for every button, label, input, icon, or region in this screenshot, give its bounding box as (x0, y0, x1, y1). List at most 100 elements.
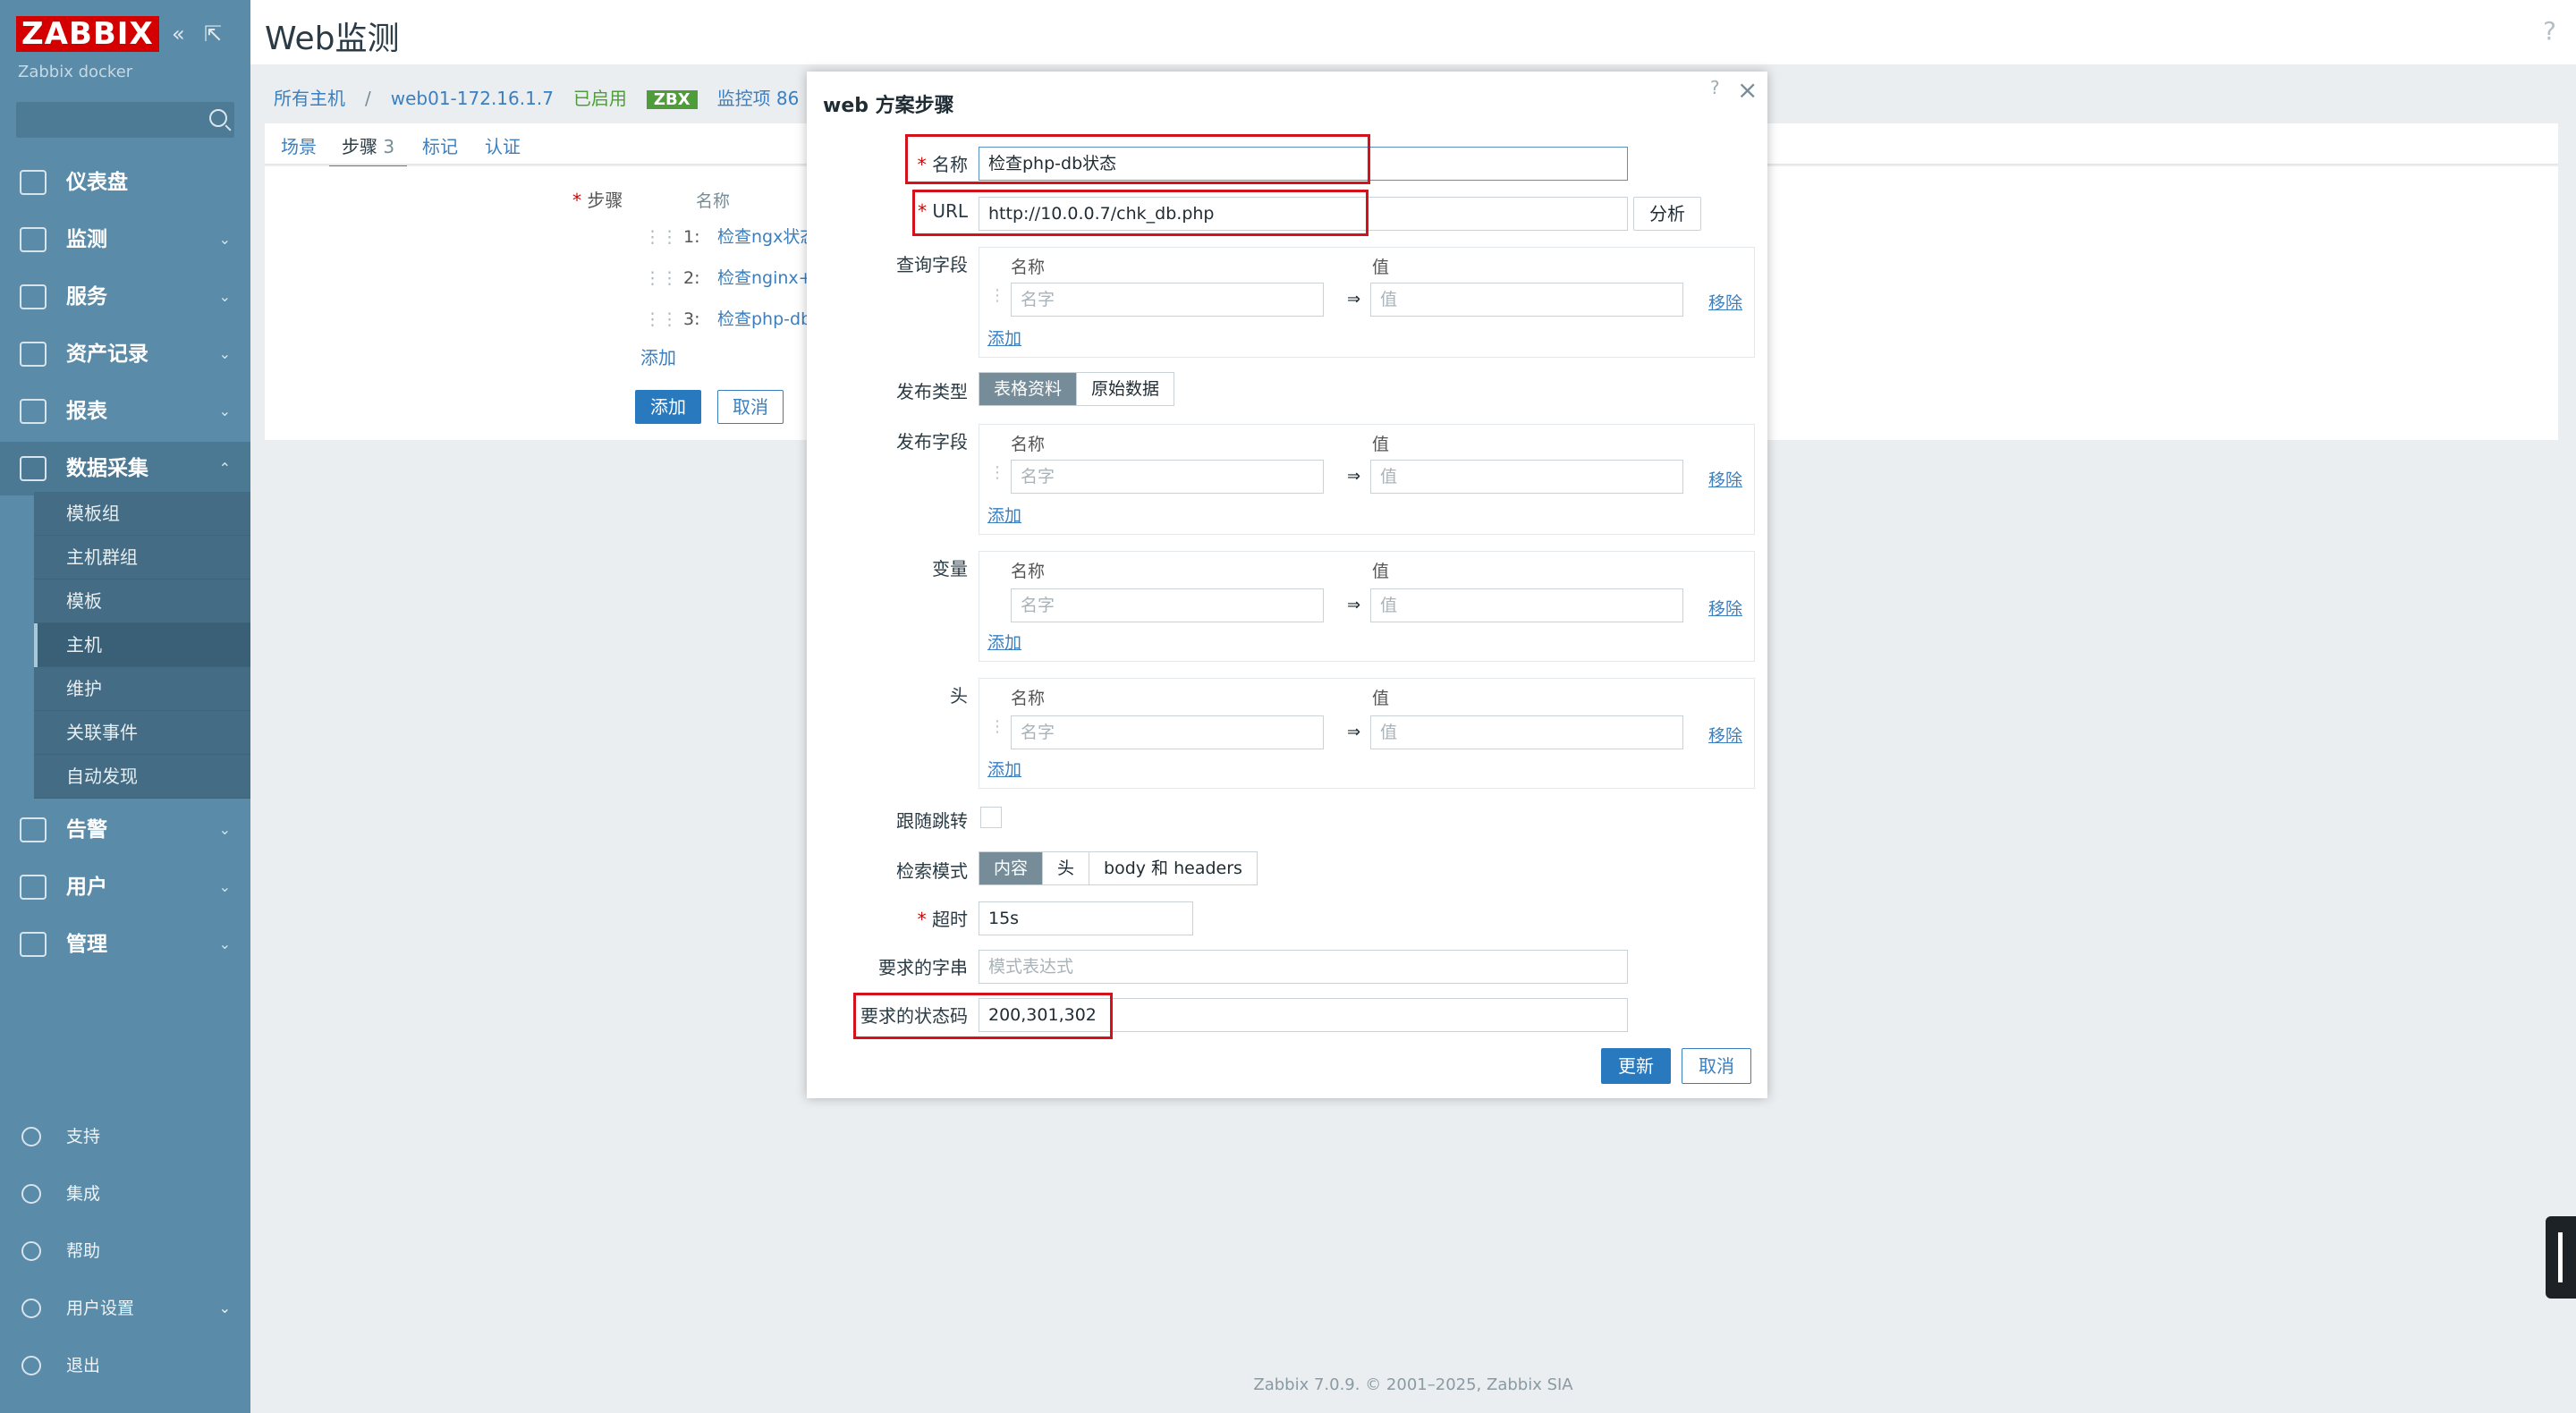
tab-authentication[interactable]: 认证 (485, 132, 521, 158)
close-icon[interactable]: × (1737, 75, 1758, 105)
retrieve-mode-headers[interactable]: 头 (1043, 852, 1090, 884)
submenu-templates[interactable]: 模板 (34, 580, 250, 623)
remove-link[interactable]: 移除 (1708, 290, 1742, 314)
steps-label: 步骤 (572, 186, 623, 212)
follow-redirects-label: 跟随跳转 (896, 810, 968, 832)
zabbix-logo[interactable]: ZABBIX (16, 16, 159, 52)
tab-tags[interactable]: 标记 (422, 132, 458, 158)
page-header: Web监测 ? (250, 0, 2576, 64)
parse-button[interactable]: 分析 (1633, 197, 1701, 231)
variable-value-input[interactable]: 值 (1370, 588, 1683, 622)
menu-data-collection[interactable]: 数据采集 ⌃ (0, 442, 250, 495)
data-collection-icon (20, 456, 47, 481)
menu-reports[interactable]: 报表 ⌄ (0, 385, 250, 438)
menu-inventory[interactable]: 资产记录 ⌄ (0, 327, 250, 381)
dialog-cancel-button[interactable]: 取消 (1682, 1048, 1751, 1084)
required-string-label: 要求的字串 (878, 957, 968, 978)
header-name-input[interactable]: 名字 (1011, 715, 1324, 749)
timeout-input[interactable]: 15s (979, 901, 1193, 935)
menu-help[interactable]: 帮助 (0, 1229, 250, 1273)
chevron-up-icon: ⌃ (218, 460, 231, 477)
submenu-maintenance[interactable]: 维护 (34, 667, 250, 711)
breadcrumb-host[interactable]: web01-172.16.1.7 (391, 88, 554, 109)
kv-name-header: 名称 (1011, 258, 1046, 277)
drag-handle-icon[interactable]: ⋮⋮ (644, 227, 678, 247)
query-value-input[interactable]: 值 (1370, 283, 1683, 317)
tab-steps[interactable]: 步骤 3 (329, 132, 408, 168)
chevron-down-icon: ⌄ (218, 821, 231, 838)
post-type-form-data[interactable]: 表格资料 (979, 373, 1078, 405)
power-icon (21, 1356, 41, 1375)
highlight-box (912, 190, 1368, 236)
remove-link[interactable]: 移除 (1708, 596, 1742, 620)
help-icon[interactable]: ? (2543, 16, 2556, 46)
remove-link[interactable]: 移除 (1708, 723, 1742, 747)
headers-label: 头 (950, 685, 968, 706)
search-icon[interactable] (209, 109, 227, 127)
menu-users[interactable]: 用户 ⌄ (0, 860, 250, 914)
sidebar-search-input[interactable] (16, 102, 234, 138)
retrieve-mode-body[interactable]: 内容 (979, 852, 1044, 884)
cancel-button[interactable]: 取消 (717, 390, 784, 424)
footer: Zabbix 7.0.9. © 2001–2025, Zabbix SIA (1253, 1375, 1573, 1394)
menu-user-settings[interactable]: 用户设置 ⌄ (0, 1286, 250, 1331)
kv-value-header: 值 (1372, 435, 1390, 454)
add-step-link[interactable]: 添加 (640, 343, 676, 369)
add-button[interactable]: 添加 (635, 390, 701, 424)
chevrons-left-icon[interactable]: « (172, 21, 185, 47)
monitoring-icon (20, 227, 47, 252)
administration-icon (20, 932, 47, 957)
submenu-template-groups[interactable]: 模板组 (34, 492, 250, 536)
header-value-input[interactable]: 值 (1370, 715, 1683, 749)
drag-handle-icon[interactable]: ⋮⋮ (644, 309, 678, 329)
variable-name-input[interactable]: 名字 (1011, 588, 1324, 622)
steps-name-header: 名称 (696, 191, 731, 211)
step-row[interactable]: ⋮⋮3:检查php-db状态 (644, 306, 814, 330)
menu-alerts[interactable]: 告警 ⌄ (0, 803, 250, 857)
tab-scenario[interactable]: 场景 (281, 132, 317, 158)
required-string-input[interactable]: 模式表达式 (979, 950, 1628, 984)
step-row[interactable]: ⋮⋮2:检查nginx+php状态 (644, 265, 814, 289)
update-button[interactable]: 更新 (1601, 1048, 1671, 1084)
step-name-link[interactable]: 检查nginx+php状态 (717, 268, 814, 288)
host-status[interactable]: 已启用 (573, 88, 627, 109)
menu-administration[interactable]: 管理 ⌄ (0, 918, 250, 971)
step-name-link[interactable]: 检查ngx状态 (717, 227, 814, 247)
side-handle[interactable] (2546, 1216, 2576, 1299)
add-link[interactable]: 添加 (987, 503, 1021, 527)
breadcrumb-all-hosts[interactable]: 所有主机 (274, 88, 345, 109)
kv-name-header: 名称 (1011, 689, 1046, 708)
menu-dashboard[interactable]: 仪表盘 (0, 156, 250, 209)
query-name-input[interactable]: 名字 (1011, 283, 1324, 317)
arrow-icon: ⇒ (1347, 467, 1361, 486)
arrow-icon: ⇒ (1347, 596, 1361, 614)
submenu-event-correlation[interactable]: 关联事件 (34, 711, 250, 755)
dialog-help-icon[interactable]: ? (1710, 77, 1720, 98)
menu-services[interactable]: 服务 ⌄ (0, 270, 250, 324)
submenu-hosts[interactable]: 主机 (34, 623, 250, 667)
menu-monitoring[interactable]: 监测 ⌄ (0, 213, 250, 267)
chevron-down-icon: ⌄ (218, 402, 231, 419)
post-value-input[interactable]: 值 (1370, 460, 1683, 494)
menu-sign-out[interactable]: 退出 (0, 1343, 250, 1388)
post-type-raw-data[interactable]: 原始数据 (1077, 373, 1174, 405)
retrieve-mode-both[interactable]: body 和 headers (1089, 852, 1257, 884)
add-link[interactable]: 添加 (987, 757, 1021, 781)
web-step-dialog: web 方案步骤 ? × 名称 检查php-db状态 URL http://10… (807, 72, 1767, 1098)
remove-link[interactable]: 移除 (1708, 467, 1742, 491)
post-name-input[interactable]: 名字 (1011, 460, 1324, 494)
submenu-host-groups[interactable]: 主机群组 (34, 536, 250, 580)
add-link[interactable]: 添加 (987, 630, 1021, 654)
kv-value-header: 值 (1372, 258, 1390, 277)
follow-redirects-checkbox[interactable] (980, 807, 1002, 828)
step-name-link[interactable]: 检查php-db状态 (717, 309, 814, 329)
menu-integrations[interactable]: 集成 (0, 1172, 250, 1216)
menu-support[interactable]: 支持 (0, 1114, 250, 1159)
pop-out-icon[interactable]: ⇱ (204, 21, 222, 47)
add-link[interactable]: 添加 (987, 326, 1021, 350)
drag-handle-icon[interactable]: ⋮⋮ (644, 268, 678, 288)
submenu-discovery[interactable]: 自动发现 (34, 755, 250, 799)
kv-name-header: 名称 (1011, 562, 1046, 581)
step-row[interactable]: ⋮⋮ 1: 检查ngx状态 (644, 224, 814, 248)
breadcrumb-items[interactable]: 监控项 86 (717, 88, 800, 109)
